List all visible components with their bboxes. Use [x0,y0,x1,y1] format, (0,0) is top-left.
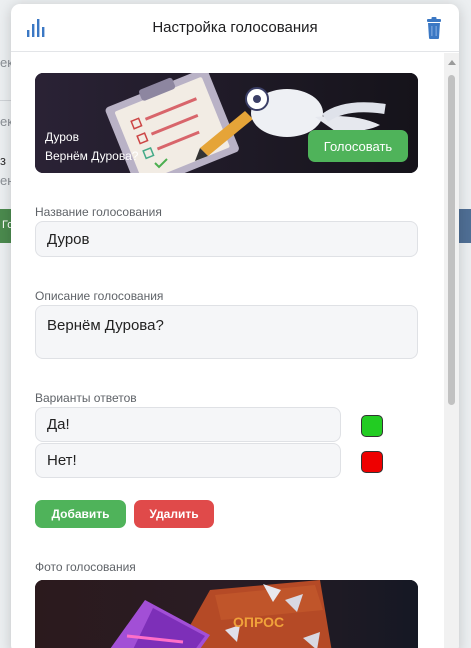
photo-caption: ОПРОС [233,614,285,630]
vote-description-textarea[interactable]: Вернём Дурова? [35,305,418,359]
preview-vote-description: Вернём Дурова? [45,149,139,163]
modal-body: Дуров Вернём Дурова? Голосовать Название… [11,53,444,648]
background-button [459,209,471,243]
bar-chart-icon[interactable] [25,17,47,39]
delete-option-button[interactable]: Удалить [134,500,214,528]
vote-settings-modal: Настройка голосования Дуров Вернём Дуров… [11,4,459,648]
vote-description-label: Описание голосования [35,289,164,303]
modal-title: Настройка голосования [152,19,318,36]
modal-header: Настройка голосования [11,4,459,52]
background-text: з [0,153,6,168]
vote-name-label: Название голосования [35,205,162,219]
vote-button[interactable]: Голосовать [308,130,408,162]
answer-options-label: Варианты ответов [35,391,137,405]
vote-preview-card: Дуров Вернём Дурова? Голосовать [35,73,418,173]
vote-photo-label: Фото голосования [35,560,136,574]
vote-name-value: Дуров [47,230,90,248]
answer-option-input-1[interactable]: Да! [35,407,341,442]
photo-illustration [35,580,418,648]
answer-option-value: Нет! [47,452,77,469]
vote-description-value: Вернём Дурова? [47,317,164,334]
scrollbar-thumb[interactable] [448,75,455,405]
trash-icon[interactable] [423,17,445,39]
scrollbar[interactable] [444,53,459,648]
answer-option-color-2[interactable] [361,451,383,473]
vote-name-input[interactable]: Дуров [35,221,418,257]
answer-option-input-2[interactable]: Нет! [35,443,341,478]
vote-photo-preview[interactable]: ОПРОС [35,580,418,648]
add-option-button[interactable]: Добавить [35,500,126,528]
answer-option-value: Да! [47,416,70,433]
scroll-up-arrow-icon[interactable] [448,60,456,65]
answer-option-color-1[interactable] [361,415,383,437]
divider [0,100,11,101]
preview-vote-name: Дуров [45,130,79,144]
